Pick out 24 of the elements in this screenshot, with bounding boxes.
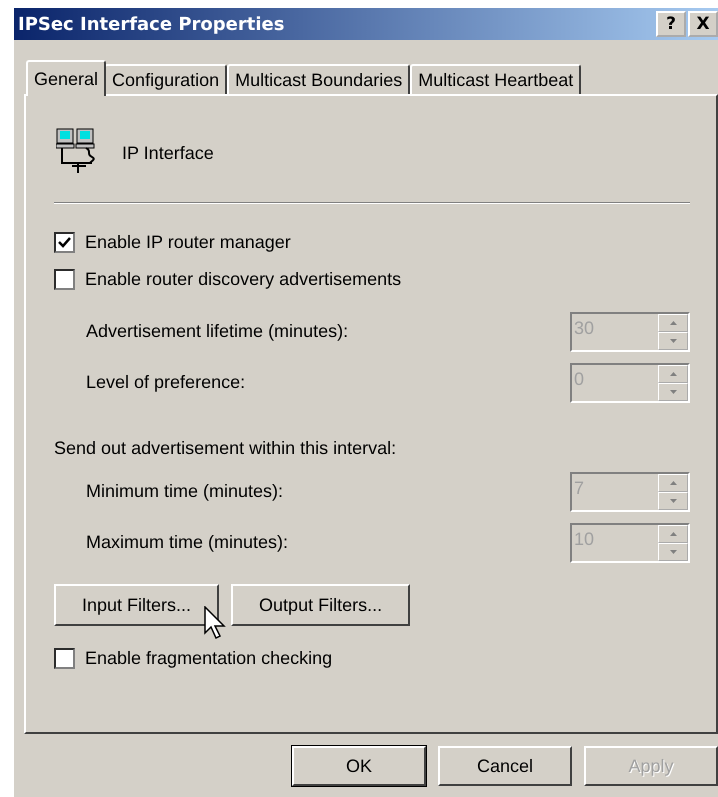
checkbox[interactable] xyxy=(54,232,75,253)
checkmark-icon xyxy=(58,237,71,248)
field-label: Level of preference: xyxy=(86,372,246,393)
tab[interactable]: Multicast Heartbeat xyxy=(410,64,582,94)
checkbox[interactable] xyxy=(54,648,75,669)
checkbox[interactable] xyxy=(54,269,75,290)
filter-button[interactable]: Input Filters... xyxy=(54,584,220,626)
checkbox-label: Enable router discovery advertisements xyxy=(85,269,402,290)
tab[interactable]: Configuration xyxy=(104,64,228,94)
filter-button[interactable]: Output Filters... xyxy=(231,584,410,626)
help-button[interactable]: ? xyxy=(656,11,686,37)
dialog-button[interactable]: OK xyxy=(292,746,426,786)
interface-name: IP Interface xyxy=(122,142,214,164)
tab[interactable]: Multicast Boundaries xyxy=(227,64,410,94)
section-label: Send out advertisement within this interval: xyxy=(54,438,396,458)
close-button[interactable]: X xyxy=(688,11,718,37)
dialog-button[interactable]: Cancel xyxy=(438,746,572,786)
tab[interactable]: General xyxy=(26,60,106,96)
checkbox-label: Enable fragmentation checking xyxy=(85,648,332,669)
field-label: Maximum time (minutes): xyxy=(86,532,288,553)
window-title: IPSec Interface Properties xyxy=(18,14,284,34)
field-label: Advertisement lifetime (minutes): xyxy=(86,321,348,342)
checkbox-label: Enable IP router manager xyxy=(85,232,291,253)
field-label: Minimum time (minutes): xyxy=(86,481,284,502)
